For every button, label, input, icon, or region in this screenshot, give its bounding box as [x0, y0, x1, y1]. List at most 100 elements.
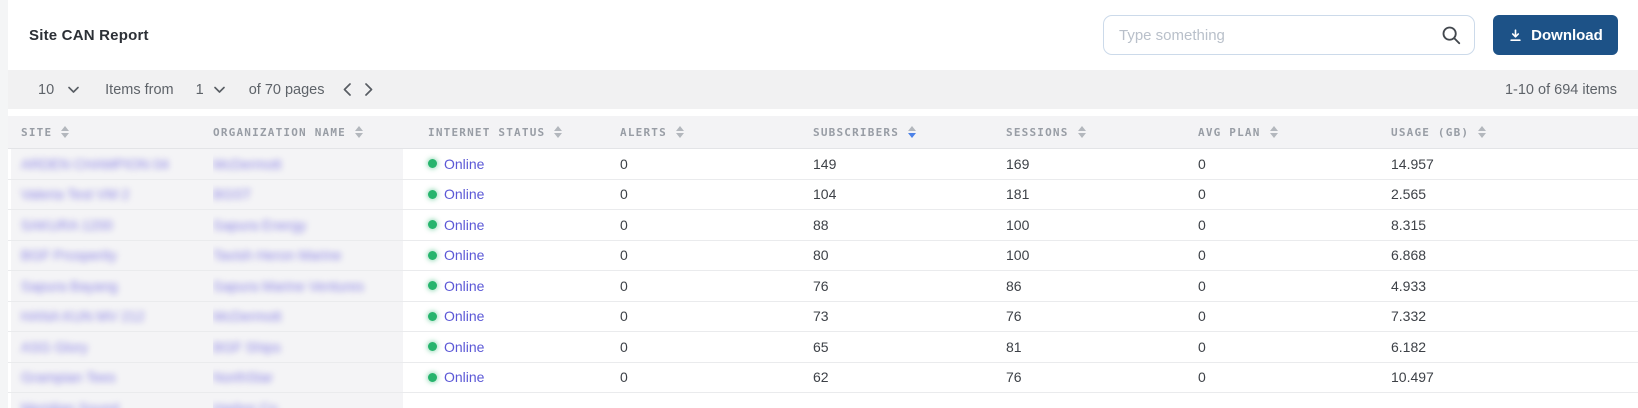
table-row: HANA KUN MV 212McDermottOnline0737607.33…	[8, 302, 1638, 333]
site-cell: Sapura Bayang	[11, 271, 213, 301]
sessions-cell: 86	[1006, 271, 1198, 301]
online-status-dot-icon	[428, 281, 437, 290]
search-icon[interactable]	[1440, 24, 1462, 46]
internet-status-text: Online	[444, 186, 484, 202]
download-icon	[1508, 28, 1523, 43]
organization-link-blurred[interactable]: BGST	[213, 186, 251, 202]
usage-gb-cell: 2.565	[1391, 180, 1638, 210]
organization-cell: McDermott	[213, 149, 403, 179]
subscribers-cell: 88	[813, 210, 1006, 240]
column-header-subscribers[interactable]: SUBSCRIBERS	[813, 116, 1006, 148]
organization-cell: Sapura Marine Ventures	[213, 271, 403, 301]
internet-status-text: Online	[444, 247, 484, 263]
usage-gb-cell: 14.957	[1391, 149, 1638, 179]
table-row: Grampian TeesNorthStarOnline06276010.497	[8, 363, 1638, 394]
subscribers-cell: 76	[813, 271, 1006, 301]
page-size-select[interactable]: 10	[38, 82, 54, 98]
site-can-report-page: Site CAN Report Download	[8, 0, 1638, 408]
alerts-cell: 0	[620, 363, 813, 393]
column-header-avgplan[interactable]: AVG PLAN	[1198, 116, 1391, 148]
subscribers-cell: 62	[813, 363, 1006, 393]
column-header-status[interactable]: INTERNET STATUS	[403, 116, 620, 148]
alerts-cell	[620, 393, 813, 408]
online-status-dot-icon	[428, 312, 437, 321]
internet-status-cell: Online	[403, 302, 620, 332]
usage-gb-cell	[1391, 393, 1638, 408]
toolbar-table-gap	[8, 109, 1638, 116]
page-title: Site CAN Report	[29, 27, 149, 44]
organization-link-blurred[interactable]: BGF Ships	[213, 339, 281, 355]
organization-link-blurred[interactable]: Harbor Co	[213, 400, 278, 408]
internet-status-cell: Online	[403, 332, 620, 362]
avg-plan-cell: 0	[1198, 363, 1391, 393]
column-header-label: SESSIONS	[1006, 126, 1069, 139]
sort-icon	[1078, 126, 1086, 138]
organization-link-blurred[interactable]: McDermott	[213, 308, 281, 324]
page-size-chevron-down-icon[interactable]	[68, 86, 79, 94]
search-box	[1103, 15, 1475, 55]
items-range-label: 1-10 of 694 items	[1505, 82, 1638, 98]
avg-plan-cell: 0	[1198, 302, 1391, 332]
site-link-blurred[interactable]: SAKURA 1200	[21, 217, 113, 233]
internet-status-cell: Online	[403, 241, 620, 271]
site-link-blurred[interactable]: ASG Glory	[21, 339, 88, 355]
internet-status-cell: Online	[403, 149, 620, 179]
organization-cell: BGST	[213, 180, 403, 210]
column-header-sessions[interactable]: SESSIONS	[1006, 116, 1198, 148]
page-number-chevron-down-icon[interactable]	[214, 86, 225, 94]
download-button-label: Download	[1531, 27, 1603, 44]
search-input[interactable]	[1103, 15, 1475, 55]
column-header-label: INTERNET STATUS	[428, 126, 545, 139]
alerts-cell: 0	[620, 332, 813, 362]
organization-cell: Harbor Co	[213, 393, 403, 408]
site-link-blurred[interactable]: BGF Prosperity	[21, 247, 117, 263]
organization-link-blurred[interactable]: McDermott	[213, 156, 281, 172]
column-header-site[interactable]: SITE	[11, 116, 213, 148]
page-number-select[interactable]: 1	[196, 82, 204, 98]
subscribers-cell: 149	[813, 149, 1006, 179]
organization-link-blurred[interactable]: NorthStar	[213, 369, 273, 385]
site-cell: Grampian Tees	[11, 363, 213, 393]
table-body: ARDEN CHAMPION 04McDermottOnline01491690…	[8, 149, 1638, 408]
table-row: SAKURA 1200Sapura EnergyOnline08810008.3…	[8, 210, 1638, 241]
organization-link-blurred[interactable]: Sapura Energy	[213, 217, 306, 233]
sort-icon	[355, 126, 363, 138]
subscribers-cell: 65	[813, 332, 1006, 362]
organization-link-blurred[interactable]: Tavish Heron Marine	[213, 247, 341, 263]
avg-plan-cell	[1198, 393, 1391, 408]
online-status-dot-icon	[428, 220, 437, 229]
items-from-label: Items from	[105, 82, 173, 98]
site-link-blurred[interactable]: Valeria Test VM 2	[21, 186, 129, 202]
avg-plan-cell: 0	[1198, 149, 1391, 179]
next-page-chevron-icon[interactable]	[365, 83, 373, 96]
usage-gb-cell: 6.868	[1391, 241, 1638, 271]
column-header-org[interactable]: ORGANIZATION NAME	[213, 116, 403, 148]
site-cell: Meridian Sound	[11, 393, 213, 408]
internet-status-cell: Online	[403, 180, 620, 210]
sort-icon	[908, 126, 916, 138]
site-link-blurred[interactable]: Sapura Bayang	[21, 278, 118, 294]
organization-link-blurred[interactable]: Sapura Marine Ventures	[213, 278, 364, 294]
site-link-blurred[interactable]: HANA KUN MV 212	[21, 308, 145, 324]
internet-status-text: Online	[444, 217, 484, 233]
pagination-toolbar: 10 Items from 1 of 70 pages 1-10 of 694 …	[8, 70, 1638, 109]
organization-cell: Sapura Energy	[213, 210, 403, 240]
column-header-usage[interactable]: USAGE (GB)	[1391, 116, 1638, 148]
table-row: BGF ProsperityTavish Heron MarineOnline0…	[8, 241, 1638, 272]
site-link-blurred[interactable]: Grampian Tees	[21, 369, 116, 385]
table-row: Meridian Sound Harbor Co	[8, 393, 1638, 408]
online-status-dot-icon	[428, 342, 437, 351]
sessions-cell: 81	[1006, 332, 1198, 362]
internet-status-cell: Online	[403, 363, 620, 393]
site-link-blurred[interactable]: ARDEN CHAMPION 04	[21, 156, 169, 172]
table-row: Valeria Test VM 2BGSTOnline010418102.565	[8, 180, 1638, 211]
download-button[interactable]: Download	[1493, 15, 1618, 55]
internet-status-text: Online	[444, 339, 484, 355]
site-link-blurred[interactable]: Meridian Sound	[21, 400, 119, 408]
online-status-dot-icon	[428, 190, 437, 199]
avg-plan-cell: 0	[1198, 271, 1391, 301]
usage-gb-cell: 4.933	[1391, 271, 1638, 301]
avg-plan-cell: 0	[1198, 180, 1391, 210]
column-header-alerts[interactable]: ALERTS	[620, 116, 813, 148]
prev-page-chevron-icon[interactable]	[343, 83, 351, 96]
